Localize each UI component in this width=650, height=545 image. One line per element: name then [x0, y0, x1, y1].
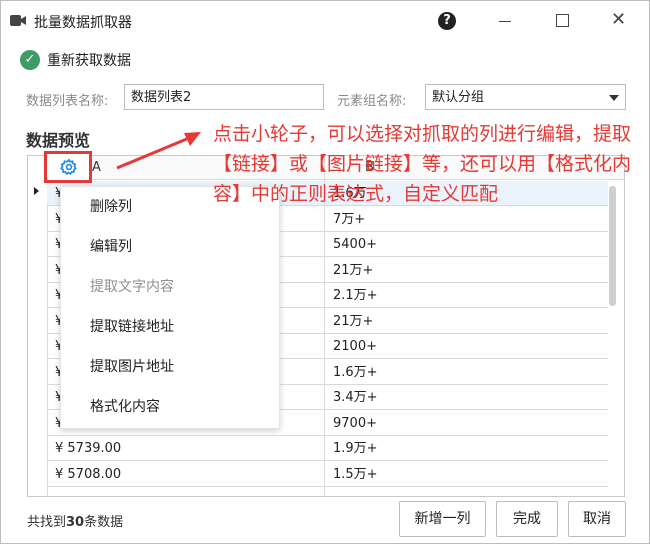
add-column-button[interactable]: 新增一列 — [399, 501, 486, 537]
refresh-label: 重新获取数据 — [47, 53, 131, 69]
grid-cell-b[interactable]: 2.1万+ — [325, 283, 608, 308]
grid-cell-b[interactable]: 1.9万+ — [325, 436, 608, 461]
grid-cell-b[interactable]: 3.4万+ — [325, 385, 608, 410]
grid-cell-b[interactable]: 2100+ — [325, 334, 608, 359]
grid-cell-b[interactable]: 9700+ — [325, 411, 608, 436]
column-settings-highlight[interactable] — [44, 151, 92, 183]
title-bar: 批量数据抓取器 ? ✕ — [1, 1, 649, 41]
menu-item-format-content[interactable]: 格式化内容 — [90, 396, 160, 416]
gear-icon[interactable] — [60, 158, 78, 176]
refresh-data-button[interactable]: ✓ 重新获取数据 — [20, 49, 131, 71]
close-icon[interactable]: ✕ — [611, 10, 626, 30]
window-title: 批量数据抓取器 — [34, 15, 132, 31]
preview-title: 数据预览 — [26, 131, 91, 150]
chevron-down-icon — [609, 95, 619, 101]
current-row-pointer-icon — [34, 187, 39, 195]
minimize-icon[interactable] — [499, 21, 511, 22]
annotation-text: 点击小轮子，可以选择对抓取的列进行编辑，提取【链接】或【图片链接】等，还可以用【… — [213, 123, 632, 205]
menu-item-edit-column[interactable]: 编辑列 — [90, 236, 132, 256]
result-count-prefix: 共找到 — [27, 515, 67, 530]
cancel-button[interactable]: 取消 — [568, 501, 626, 537]
group-name-select[interactable]: 默认分组 — [425, 84, 626, 110]
list-name-label: 数据列表名称: — [26, 94, 109, 109]
result-count-suffix: 条数据 — [84, 515, 124, 530]
batch-scraper-dialog: 批量数据抓取器 ? ✕ ✓ 重新获取数据 数据列表名称: 数据列表2 元素组名称… — [0, 0, 650, 544]
result-count-number: 30 — [66, 515, 85, 530]
checkmark-icon: ✓ — [20, 50, 40, 70]
grid-cell-a[interactable]: ¥ 5739.00 — [47, 436, 324, 461]
menu-item-extract-link[interactable]: 提取链接地址 — [90, 316, 174, 336]
grid-cell-b[interactable]: 7万+ — [325, 207, 608, 232]
grid-cell-b[interactable]: 21万+ — [325, 258, 608, 283]
column-context-menu: 删除列 编辑列 提取文字内容 提取链接地址 提取图片地址 格式化内容 — [60, 186, 280, 429]
grid-cell-b[interactable]: 1.5万+ — [325, 462, 608, 487]
group-name-value: 默认分组 — [432, 90, 485, 105]
grid-cell-b[interactable]: 5400+ — [325, 232, 608, 257]
list-name-input[interactable]: 数据列表2 — [124, 84, 324, 110]
grid-cell-b[interactable]: 21万+ — [325, 309, 608, 334]
grid-cell-b[interactable]: 1.6万+ — [325, 360, 608, 385]
group-name-label: 元素组名称: — [337, 94, 407, 109]
row-header-column — [28, 156, 48, 496]
menu-item-extract-text: 提取文字内容 — [90, 279, 174, 295]
result-count: 共找到30条数据 — [27, 511, 123, 530]
menu-item-delete-column[interactable]: 删除列 — [90, 196, 132, 216]
grid-cell-a[interactable]: ¥ 5708.00 — [47, 462, 324, 487]
menu-item-extract-image[interactable]: 提取图片地址 — [90, 356, 174, 376]
help-icon[interactable]: ? — [438, 12, 456, 30]
done-button[interactable]: 完成 — [496, 501, 558, 537]
maximize-icon[interactable] — [556, 14, 569, 27]
video-camera-icon — [10, 15, 26, 26]
